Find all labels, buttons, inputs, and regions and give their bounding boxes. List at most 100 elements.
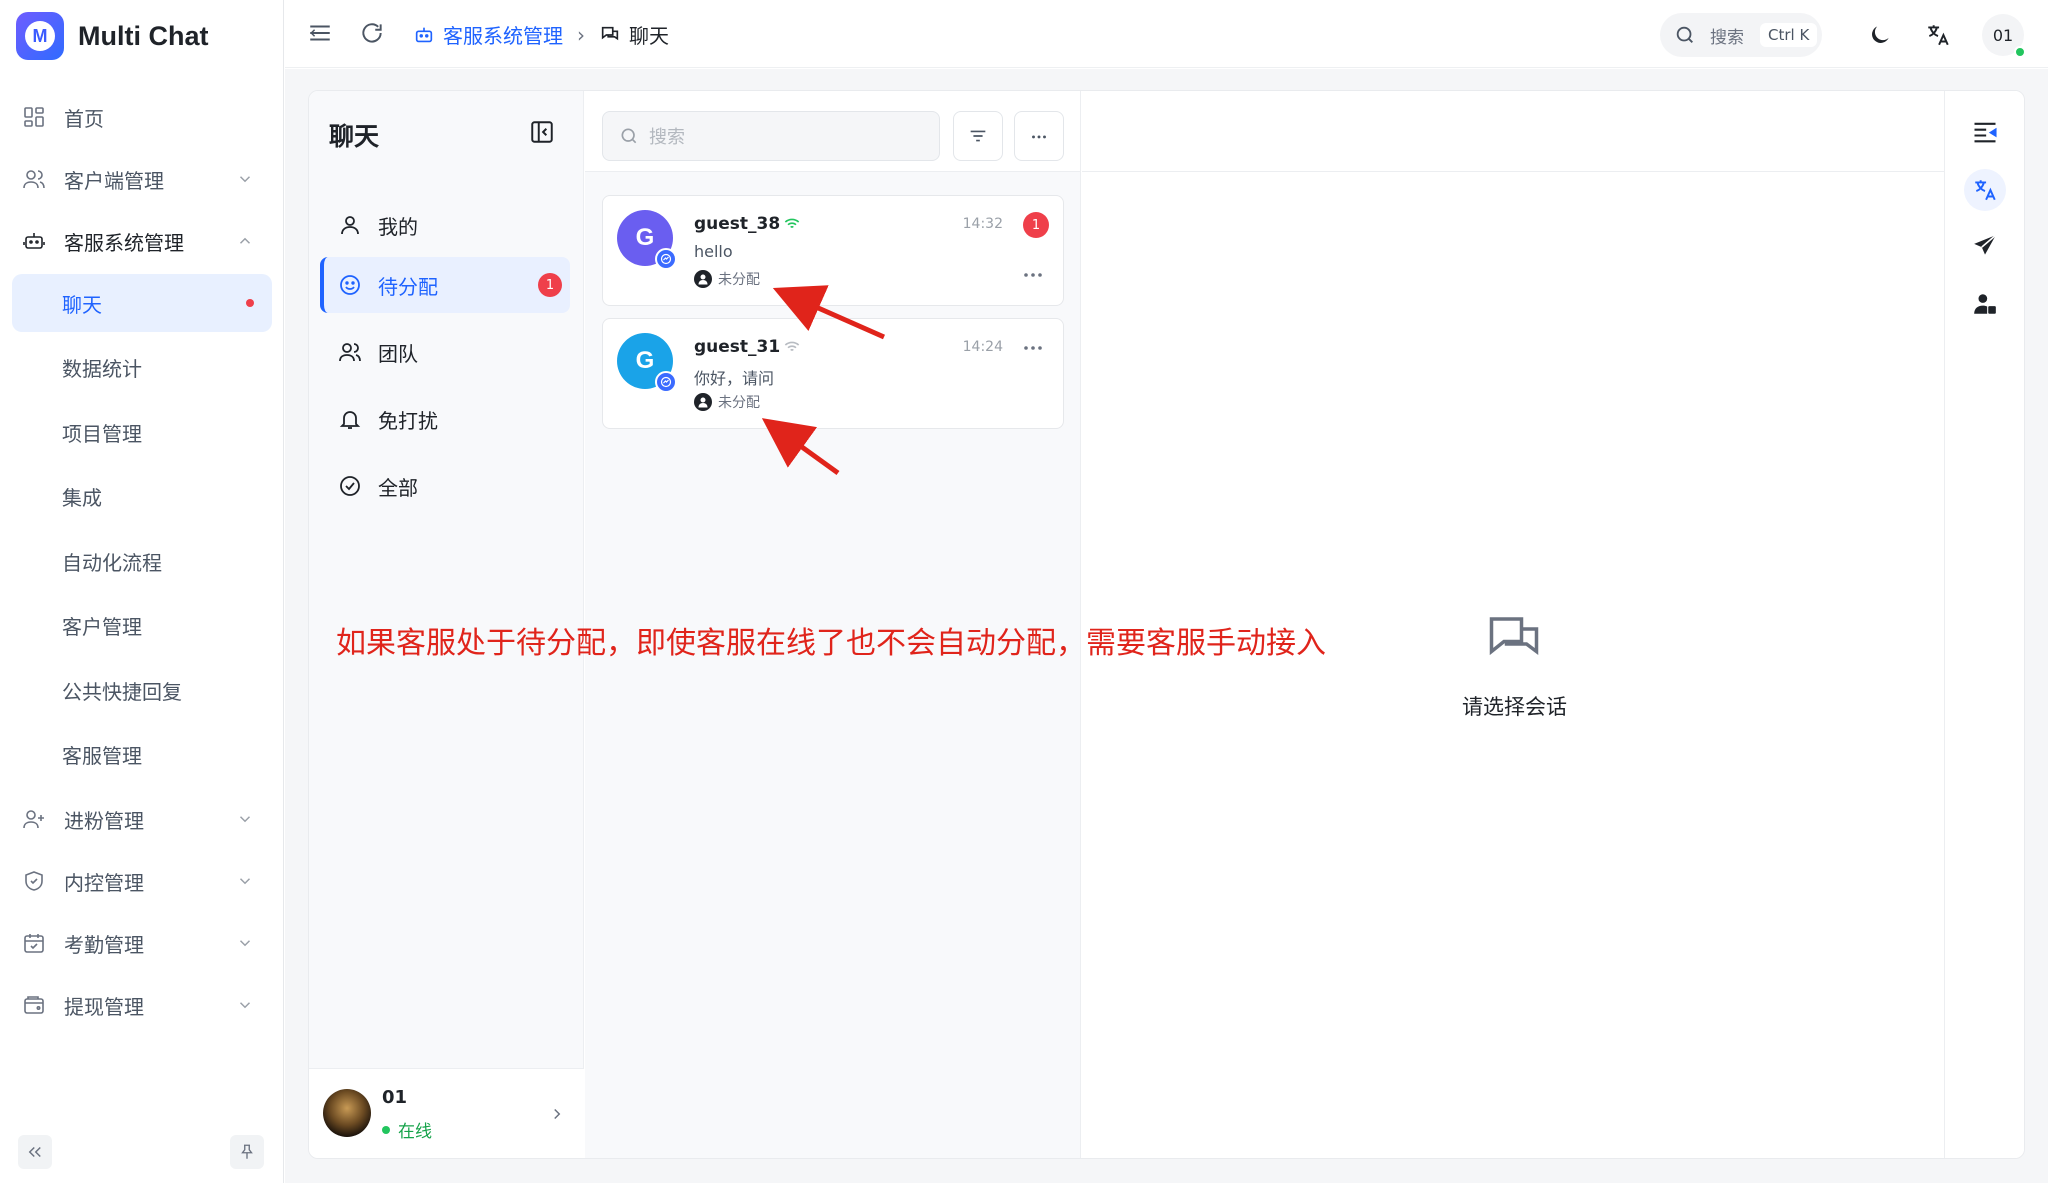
chevron-down-icon (236, 934, 254, 952)
sidebar-subitem-stats[interactable]: 数据统计 (12, 339, 272, 397)
assignment-status: 未分配 (694, 269, 760, 289)
more-options-button[interactable] (1014, 111, 1064, 161)
assignment-label: 未分配 (718, 395, 760, 411)
avatar-letter: G (635, 347, 655, 374)
category-label: 免打扰 (378, 408, 438, 433)
conversation-more-icon[interactable] (1023, 345, 1043, 355)
sidebar-subitem-chat[interactable]: 聊天 (12, 274, 272, 332)
sidebar-item-label: 首页 (64, 106, 104, 131)
message-time: 14:32 (962, 216, 1003, 232)
sidebar-subitem-quick-replies[interactable]: 公共快捷回复 (12, 661, 272, 719)
category-label: 我的 (378, 214, 418, 239)
user-initials: 01 (1992, 25, 2014, 45)
send-button[interactable] (1964, 225, 2006, 267)
category-do-not-disturb[interactable]: 免打扰 (320, 391, 570, 447)
breadcrumb-separator-icon: › (577, 22, 585, 47)
wifi-signal-icon (780, 217, 800, 231)
sidebar-subitem-customers[interactable]: 客户管理 (12, 597, 272, 655)
sidebar-subitem-automation[interactable]: 自动化流程 (12, 532, 272, 590)
menu-icon (307, 20, 335, 46)
agent-avatar (323, 1089, 371, 1137)
sidebar-item-internal-control[interactable]: 内控管理 (12, 852, 272, 910)
customer-profile-button[interactable] (1964, 283, 2006, 325)
conversation-item[interactable]: G guest_31 你好，请问 未分配 14:24 (602, 318, 1064, 429)
sidebar-item-leads[interactable]: 进粉管理 (12, 790, 272, 848)
assignment-label: 未分配 (718, 272, 760, 288)
sidebar-subitem-label: 客户管理 (62, 615, 142, 639)
sidebar-subitem-integration[interactable]: 集成 (12, 468, 272, 526)
chevron-down-icon (236, 170, 254, 188)
category-label: 待分配 (378, 274, 438, 299)
pin-sidebar-button[interactable] (230, 1135, 264, 1169)
double-chevron-left-icon (26, 1143, 44, 1161)
sidebar-item-cs-system[interactable]: 客服系统管理 (12, 212, 272, 270)
last-message: hello (694, 242, 733, 261)
agent-status-label: 在线 (398, 1122, 432, 1142)
menu-toggle-button[interactable] (307, 20, 335, 48)
search-shortcut: Ctrl K (1760, 23, 1818, 47)
sidebar-item-home[interactable]: 首页 (12, 88, 272, 146)
robot-icon (413, 24, 443, 46)
user-avatar[interactable]: 01 (1982, 14, 2026, 58)
agent-status: 在线 (382, 1117, 432, 1142)
online-dot (382, 1125, 390, 1134)
category-unassigned[interactable]: 待分配 1 (320, 257, 570, 313)
sidebar-subitem-label: 自动化流程 (62, 550, 162, 575)
message-time: 14:24 (962, 339, 1003, 355)
conversation-search-input[interactable]: 搜索 (602, 111, 940, 161)
theme-toggle-button[interactable] (1867, 22, 1893, 48)
sidebar-item-client[interactable]: 客户端管理 (12, 150, 272, 208)
sidebar-subitem-label: 项目管理 (62, 421, 142, 446)
brand[interactable]: M Multi Chat (16, 11, 208, 61)
category-label: 团队 (378, 341, 418, 366)
agent-status-card[interactable]: 01 在线 (309, 1068, 584, 1158)
app-logo: M (16, 12, 64, 60)
search-icon (619, 126, 649, 146)
language-button[interactable] (1925, 22, 1951, 48)
translate-button[interactable] (1964, 169, 2006, 211)
unread-badge: 1 (1023, 212, 1049, 238)
category-mine[interactable]: 我的 (320, 197, 570, 253)
category-all[interactable]: 全部 (320, 458, 570, 514)
sidebar-item-withdrawal[interactable]: 提现管理 (12, 976, 272, 1034)
user-plus-icon (22, 807, 46, 831)
avatar-letter: G (635, 224, 655, 251)
sidebar-item-label: 考勤管理 (64, 932, 144, 957)
sidebar-subitem-agents[interactable]: 客服管理 (12, 726, 272, 784)
sidebar-subitem-label: 聊天 (62, 292, 102, 317)
last-message: 你好，请问 (694, 369, 775, 388)
chat-bubbles-icon (599, 24, 629, 46)
moon-icon (1867, 22, 1893, 48)
sidebar-nav: 首页 客户端管理 客服系统管理 聊天 数据统计 项目管理 集成 自动化流程 客户… (12, 88, 272, 1038)
users-icon (22, 167, 46, 191)
empty-state-text: 请选择会话 (1462, 695, 1567, 719)
chat-bubbles-icon (1484, 609, 1544, 669)
smile-icon (338, 273, 362, 297)
filter-icon (967, 125, 989, 147)
category-team[interactable]: 团队 (320, 324, 570, 380)
logo-letter: M (25, 21, 55, 51)
team-icon (338, 340, 362, 364)
sidebar-subitem-projects[interactable]: 项目管理 (12, 403, 272, 461)
sidebar-item-attendance[interactable]: 考勤管理 (12, 914, 272, 972)
messenger-icon (655, 371, 677, 393)
breadcrumb-item-cs-system[interactable]: 客服系统管理 (413, 20, 563, 49)
search-icon (1674, 24, 1696, 46)
sidebar-item-label: 提现管理 (64, 994, 144, 1019)
breadcrumb: 客服系统管理 › 聊天 (413, 20, 669, 49)
list-collapse-icon (1971, 118, 1999, 146)
top-header: 客服系统管理 › 聊天 搜索 Ctrl K 01 (285, 0, 2048, 68)
app-name: Multi Chat (78, 20, 209, 51)
filter-button[interactable] (953, 111, 1003, 161)
guest-avatar: G (617, 210, 677, 270)
refresh-button[interactable] (359, 20, 387, 48)
conversation-info-button[interactable] (1964, 111, 2006, 153)
global-search[interactable]: 搜索 Ctrl K (1660, 13, 1822, 57)
sidebar-subitem-label: 数据统计 (62, 357, 142, 381)
online-indicator (2014, 46, 2026, 58)
collapse-panel-button[interactable] (529, 119, 555, 145)
pin-icon (238, 1143, 256, 1161)
collapse-sidebar-button[interactable] (18, 1135, 52, 1169)
conversation-more-icon[interactable] (1023, 272, 1043, 282)
conversation-item[interactable]: G guest_38 hello 未分配 14:32 1 (602, 195, 1064, 306)
